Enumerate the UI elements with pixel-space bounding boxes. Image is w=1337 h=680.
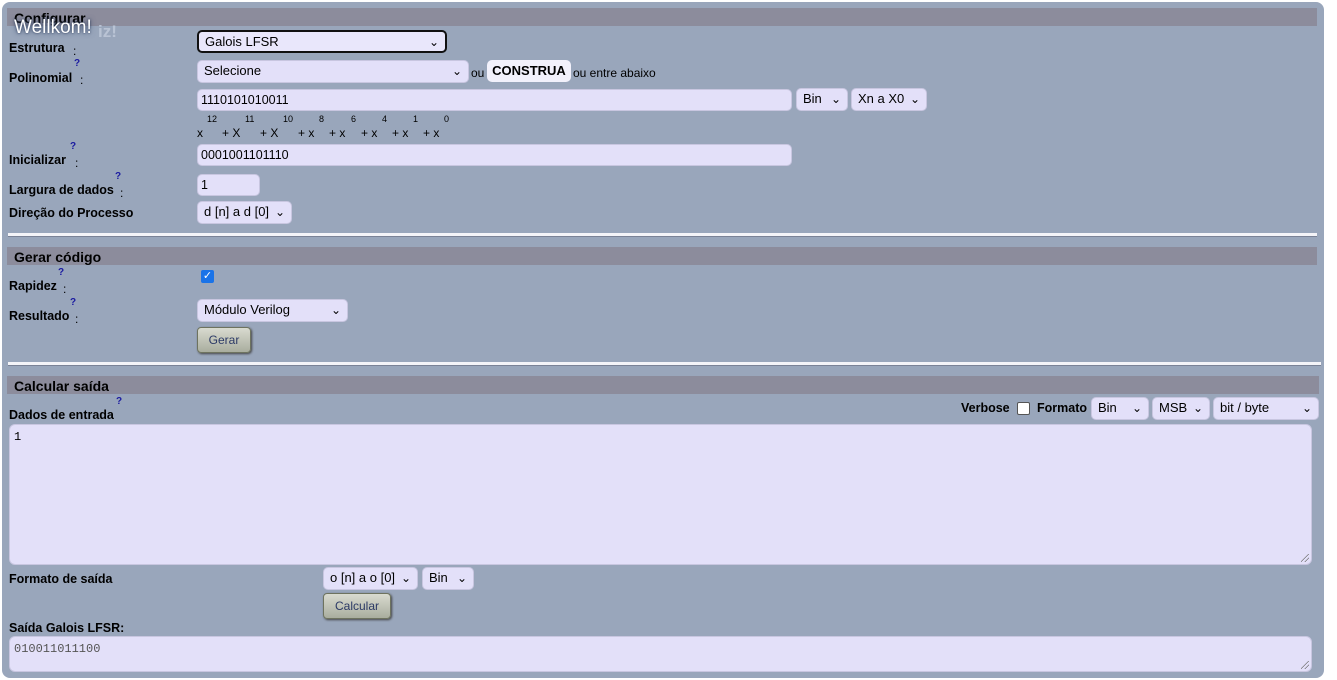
help-icon[interactable]: ? (58, 267, 64, 278)
process-direction-label: Direção do Processo (9, 206, 134, 220)
input-data-value: 1 (14, 430, 22, 444)
poly-exponent: 6 (351, 114, 357, 124)
poly-term: + x (361, 126, 378, 140)
verbose-label: Verbose (961, 401, 1010, 415)
chevron-down-icon: ⌄ (1192, 401, 1203, 415)
process-direction-value: d [n] a d [0] (204, 204, 270, 219)
or-text: ou (471, 66, 485, 80)
output-label: Saída Galois LFSR: (9, 621, 125, 635)
chevron-down-icon: ⌄ (451, 64, 462, 78)
chevron-down-icon: ⌄ (428, 35, 439, 49)
format-unit-value: bit / byte (1220, 400, 1270, 415)
section-header-generate: Gerar código (7, 247, 1317, 265)
format-label: Formato (1037, 401, 1087, 415)
chevron-down-icon: ⌄ (400, 571, 411, 585)
polynomial-order-value: Xn a X0 (858, 91, 905, 106)
chevron-down-icon: ⌄ (330, 303, 341, 317)
section-header-calculate: Calcular saída (7, 376, 1319, 394)
input-data-label: Dados de entrada (9, 408, 114, 422)
initialize-label: Inicializar (9, 153, 66, 167)
output-direction-value: o [n] a o [0] (330, 570, 396, 585)
help-icon[interactable]: ? (70, 297, 76, 308)
help-icon[interactable]: ? (70, 141, 76, 152)
chevron-down-icon: ⌄ (830, 92, 841, 106)
chevron-down-icon: ⌄ (1131, 401, 1142, 415)
help-icon[interactable]: ? (116, 396, 122, 407)
colon: : (75, 312, 79, 326)
initialize-input[interactable]: 0001001101110 (197, 144, 792, 166)
poly-exponent: 1 (413, 114, 419, 124)
poly-exponent: 11 (245, 114, 255, 124)
poly-term: + x (298, 126, 315, 140)
or-enter-below-text: ou entre abaixo (573, 66, 656, 80)
colon: : (75, 156, 79, 170)
chevron-down-icon: ⌄ (274, 205, 285, 219)
result-select-value: Módulo Verilog (204, 302, 290, 317)
colon: : (120, 186, 124, 200)
section-divider (8, 362, 1321, 366)
colon: : (80, 73, 84, 87)
chevron-down-icon: ⌄ (456, 571, 467, 585)
output-format-label: Formato de saída (9, 572, 113, 586)
poly-term: + X (260, 126, 279, 140)
polynomial-select[interactable]: Selecione ⌄ (197, 60, 469, 83)
chevron-down-icon: ⌄ (909, 92, 920, 106)
verbose-checkbox[interactable] (1017, 402, 1030, 415)
build-button[interactable]: CONSTRUA (487, 60, 571, 82)
poly-term: + x (392, 126, 409, 140)
poly-exponent: 4 (382, 114, 388, 124)
output-textarea[interactable]: 010011011100 (9, 636, 1312, 672)
poly-exponent: 12 (207, 114, 218, 124)
poly-term: + X (222, 126, 241, 140)
poly-term: + x (329, 126, 346, 140)
result-label: Resultado (9, 309, 70, 323)
chevron-down-icon: ⌄ (1301, 401, 1312, 415)
poly-exponent: 0 (444, 114, 450, 124)
section-title-calculate: Calcular saída (14, 378, 109, 394)
help-icon[interactable]: ? (115, 171, 121, 182)
structure-select-value: Galois LFSR (205, 34, 279, 49)
calculate-button[interactable]: Calcular (323, 593, 391, 619)
colon: : (63, 282, 67, 296)
poly-exponent: 10 (283, 114, 294, 124)
format-order-select[interactable]: MSB ⌄ (1152, 397, 1210, 420)
data-width-label: Largura de dados (9, 183, 114, 197)
result-select[interactable]: Módulo Verilog ⌄ (197, 299, 348, 322)
polynomial-order-select[interactable]: Xn a X0 ⌄ (851, 88, 927, 111)
welcome-banner: Wellkom! (14, 17, 92, 38)
polynomial-base-select[interactable]: Bin ⌄ (796, 88, 848, 111)
polynomial-select-value: Selecione (204, 63, 262, 78)
output-base-value: Bin (429, 570, 448, 585)
structure-select[interactable]: Galois LFSR ⌄ (197, 30, 447, 53)
poly-term: + x (423, 126, 440, 140)
section-header-configure: Configurar (7, 8, 1317, 26)
speed-checkbox[interactable]: ✓ (201, 270, 214, 283)
polynomial-label: Polinomial (9, 71, 73, 85)
help-icon[interactable]: ? (74, 58, 80, 69)
banner-ghost-text: iz! (98, 22, 117, 41)
process-direction-select[interactable]: d [n] a d [0] ⌄ (197, 201, 292, 224)
polynomial-input[interactable]: 1110101010011 (197, 89, 792, 111)
input-data-textarea[interactable]: 1 (9, 424, 1312, 565)
section-title-generate: Gerar código (14, 249, 102, 265)
format-order-value: MSB (1159, 400, 1188, 415)
poly-term: x (197, 126, 203, 140)
data-width-input[interactable]: 1 (197, 174, 260, 196)
resize-handle-icon[interactable] (1301, 554, 1309, 562)
structure-label: Estrutura (9, 41, 65, 55)
generate-button[interactable]: Gerar (197, 327, 251, 353)
output-base-select[interactable]: Bin ⌄ (422, 567, 474, 590)
format-base-select[interactable]: Bin ⌄ (1091, 397, 1149, 420)
format-base-value: Bin (1098, 400, 1117, 415)
colon: : (73, 44, 77, 58)
polynomial-base-value: Bin (803, 91, 822, 106)
speed-label: Rapidez (9, 279, 57, 293)
poly-exponent: 8 (319, 114, 325, 124)
format-unit-select[interactable]: bit / byte ⌄ (1213, 397, 1319, 420)
output-value: 010011011100 (14, 642, 101, 656)
section-divider (8, 233, 1317, 237)
output-direction-select[interactable]: o [n] a o [0] ⌄ (323, 567, 418, 590)
resize-handle-icon[interactable] (1301, 661, 1309, 669)
